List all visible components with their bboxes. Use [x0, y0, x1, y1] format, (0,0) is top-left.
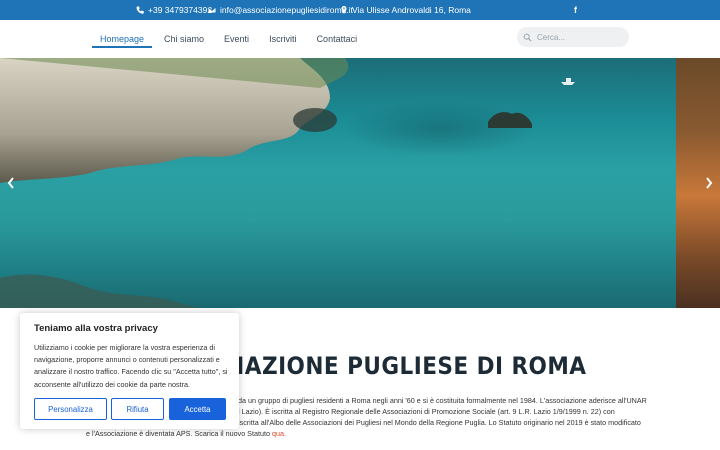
rock-islet	[488, 112, 532, 128]
nav-item-iscriviti[interactable]: Iscriviti	[259, 20, 307, 58]
search-input[interactable]	[537, 32, 617, 42]
phone-number: +39 3479374392	[148, 5, 213, 15]
chevron-right-icon	[706, 177, 713, 189]
slider-prev-button[interactable]	[4, 176, 18, 190]
envelope-icon	[208, 7, 216, 13]
hero-slider[interactable]	[0, 58, 720, 308]
nav-item-contattaci[interactable]: Contattaci	[307, 20, 368, 58]
rocks-foreground	[0, 274, 200, 308]
nav-menu: Homepage Chi siamo Eventi Iscriviti Cont…	[90, 20, 367, 58]
intro-text-line-4: e l'Associazione è diventata APS. Scaric…	[86, 429, 286, 440]
map-pin-icon	[341, 6, 347, 14]
intro-text-line-3: iscritta all'Albo delle Associazioni dei…	[238, 418, 641, 427]
boat	[561, 78, 575, 85]
customize-button[interactable]: Personalizza	[34, 398, 107, 420]
statute-download-link[interactable]: qua.	[272, 429, 286, 438]
accept-button[interactable]: Accetta	[169, 398, 226, 420]
nav-item-chi-siamo[interactable]: Chi siamo	[154, 20, 214, 58]
nav-item-homepage[interactable]: Homepage	[90, 20, 154, 58]
chevron-left-icon	[7, 177, 14, 189]
phone-contact[interactable]: +39 3479374392	[136, 0, 212, 20]
intro-text-line-2: l Lazio). È iscritta al Registro Regiona…	[238, 407, 615, 416]
hero-image-sea-cliffs	[0, 58, 676, 308]
address-contact[interactable]: Via Ulisse Androvaldi 16, Roma	[340, 0, 471, 20]
cookie-title: Teniamo alla vostra privacy	[34, 323, 158, 334]
slider-next-button[interactable]	[702, 176, 716, 190]
reject-button[interactable]: Rifiuta	[111, 398, 164, 420]
search-box[interactable]	[517, 27, 629, 47]
phone-icon	[136, 6, 144, 14]
cookie-consent-banner: Teniamo alla vostra privacy Utilizziamo …	[20, 313, 239, 429]
main-navigation: Homepage Chi siamo Eventi Iscriviti Cont…	[0, 20, 720, 58]
cookie-description: Utilizziamo i cookie per migliorare la v…	[34, 343, 228, 389]
address-text: Via Ulisse Androvaldi 16, Roma	[352, 5, 471, 15]
nav-item-eventi[interactable]: Eventi	[214, 20, 259, 58]
page-title: CIAZIONE PUGLIESE DI ROMA	[220, 352, 587, 380]
statute-text: e l'Associazione è diventata APS. Scaric…	[86, 429, 272, 438]
top-contact-bar: +39 3479374392 info@associazionepugliesi…	[0, 0, 720, 20]
email-address: info@associazionepugliesidiroma.it	[220, 5, 353, 15]
email-contact[interactable]: info@associazionepugliesidiroma.it	[208, 0, 353, 20]
cliff-shape	[0, 58, 349, 183]
facebook-icon[interactable]: f	[574, 0, 577, 20]
search-icon	[523, 33, 532, 42]
intro-text-line-1: da un gruppo di pugliesi residenti a Rom…	[238, 396, 647, 405]
